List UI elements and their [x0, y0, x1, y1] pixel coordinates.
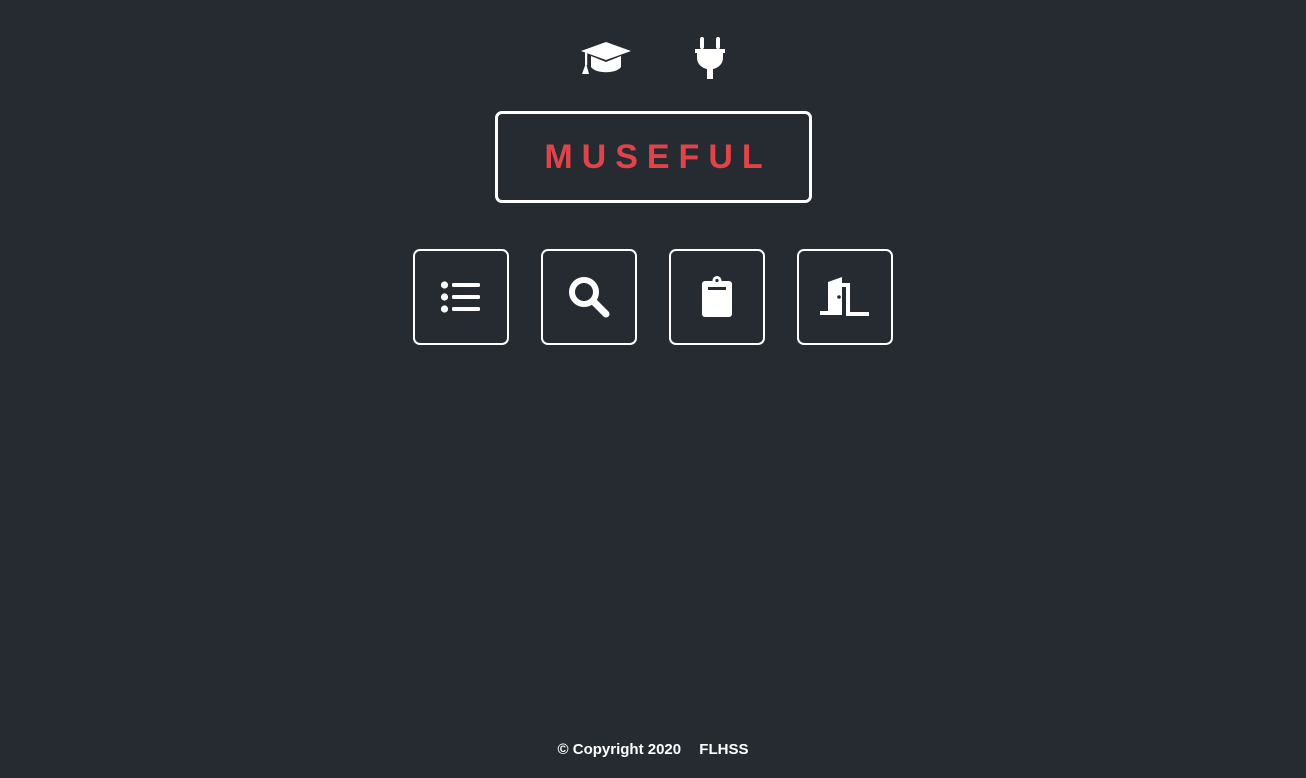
clipboard-icon [702, 276, 732, 317]
brand-title: MUSEFUL [544, 137, 772, 176]
nav-button-row [413, 249, 893, 345]
list-icon [440, 281, 480, 313]
graduation-cap-icon[interactable] [580, 41, 632, 75]
organization-name: FLHSS [699, 741, 749, 758]
clipboard-button[interactable] [669, 249, 765, 345]
search-button[interactable] [541, 249, 637, 345]
list-button[interactable] [413, 249, 509, 345]
footer: © Copyright 2020 FLHSS [0, 741, 1306, 758]
exit-button[interactable] [797, 249, 893, 345]
brand-logo-box[interactable]: MUSEFUL [495, 111, 812, 203]
copyright-text: © Copyright 2020 [557, 741, 682, 758]
door-exit-icon [820, 277, 869, 316]
top-icon-bar [0, 36, 1306, 80]
search-icon [569, 277, 610, 318]
plug-icon[interactable] [694, 37, 726, 79]
